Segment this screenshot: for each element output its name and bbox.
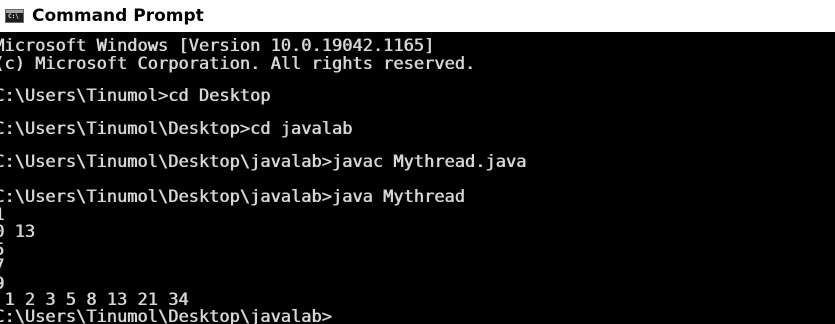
window-title: Command Prompt (32, 6, 204, 26)
console-line: C:\Users\Tinumol\Desktop\javalab>javac M… (0, 152, 527, 172)
console-line: C:\Users\Tinumol\Desktop>cd javalab (0, 119, 353, 139)
console-icon-glyph: C:\ (8, 13, 19, 20)
command-prompt-window[interactable]: C:\ Command Prompt Microsoft Windows [Ve… (0, 0, 835, 324)
console-line: C:\Users\Tinumol>cd Desktop (0, 86, 271, 106)
console-line: 0 13 (0, 222, 35, 242)
console-line: (c) Microsoft Corporation. All rights re… (0, 54, 476, 74)
console-line: C:\Users\Tinumol\Desktop\javalab>java My… (0, 187, 465, 207)
console-prompt-line[interactable]: C:\Users\Tinumol\Desktop\javalab> (0, 307, 332, 324)
console-icon: C:\ (5, 9, 24, 23)
title-bar[interactable]: C:\ Command Prompt (0, 0, 835, 34)
console-line: Microsoft Windows [Version 10.0.19042.11… (0, 36, 435, 56)
console-line: 7 (0, 256, 4, 276)
console-output[interactable]: Microsoft Windows [Version 10.0.19042.11… (0, 34, 835, 324)
